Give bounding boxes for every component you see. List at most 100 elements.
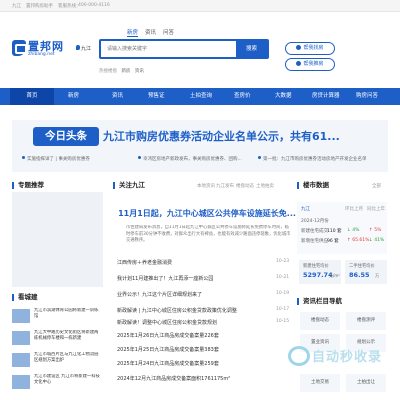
market-col-yoy: 同比上年 (367, 207, 385, 212)
hot-word[interactable]: 资讯 (135, 69, 144, 74)
sub-text: 第一批：九江市购房优惠券活动房地产开发企业名单 (263, 157, 367, 162)
recommend-house-button[interactable]: 帮我推房 (285, 58, 335, 71)
news-item[interactable]: 新政解读！调整中心城区住房公积金贷款规划 (117, 319, 292, 326)
search-button[interactable]: 搜索 (236, 41, 267, 57)
nav-land-auction[interactable]: 土拍查询 (190, 88, 212, 105)
list-item[interactable]: 九江大中路历史文化街区将新建两栋机械停车楼和一栋新建 (12, 329, 103, 349)
find-house-label: 帮我找房 (303, 45, 324, 51)
market-tab-city[interactable]: 九江 (301, 206, 310, 212)
market-month: 2024-12月份 (301, 219, 329, 224)
nav-qa[interactable]: 购房问答 (356, 88, 378, 105)
news-item[interactable]: 2025年1月24日九江商品房成交备案量259套 (117, 360, 292, 367)
topbar-link[interactable]: 置邦购房助手 (26, 3, 53, 9)
stat-unit: 万 (375, 273, 379, 278)
market-row-label: 新增住宅供应 (301, 239, 328, 244)
focus-more-link[interactable]: 本地资讯 (197, 183, 215, 189)
market-row-value: 110 套 (327, 229, 342, 234)
list-item[interactable]: 九江市建设区 九江市将新建一科技文化中心 (12, 373, 103, 393)
nav-big-data[interactable]: 大数据 (275, 88, 292, 105)
nav-home[interactable]: 首页 (10, 88, 54, 105)
market-row-value: 96 套 (327, 239, 339, 244)
thumbnail-image (12, 309, 30, 323)
search-tab-news[interactable]: 资讯 (145, 28, 156, 36)
search-tab-house[interactable]: 新房 (127, 28, 139, 37)
recommend-house-label: 帮我推房 (303, 61, 324, 67)
new-house-price-box: 新建住宅均价 5297.74 元/m² (299, 260, 341, 284)
headline-title[interactable]: 九江市购房优惠券活动企业名单公示，共有61... (103, 128, 368, 144)
featured-news-title: 11月1日起，九江中心城区公共停车设施延长免... (118, 209, 296, 218)
search-input[interactable] (101, 41, 238, 57)
bullet-icon (258, 156, 261, 159)
city-build-title: 看城建 (12, 294, 38, 301)
news-date: 10-19 (276, 291, 290, 296)
featured-news-card[interactable]: 11月1日起，九江中心城区公共停车设施延长免... 市住建局发布消息，自11月1… (117, 198, 297, 252)
headline-sub-3[interactable]: 第一批：九江市购房优惠券活动房地产开发企业名单 (258, 156, 388, 162)
nav-news[interactable]: 资讯 (112, 88, 123, 105)
list-item-text: 九江市城西片区与九江化工物流园区规划方案出炉 (34, 352, 99, 363)
news-item[interactable]: 业界公示！九江这个片区详细规划来了 (117, 291, 292, 298)
logo-icon (12, 40, 27, 56)
news-date: 10-15 (276, 319, 290, 324)
watermark: 自动秒收录 (288, 344, 388, 368)
nav-new-house[interactable]: 新房 (68, 88, 79, 105)
market-row-yoy: ↓ 41% (369, 238, 385, 243)
news-item[interactable]: 2025年1月26日九江商品房成交备案量226套 (117, 332, 292, 339)
special-topics-title: 专题推荐 (12, 182, 44, 189)
headline-sub-1[interactable]: 实施指挥详了 | 事关购房优惠券 (22, 156, 122, 162)
news-item[interactable]: 我计划11月建推出了！九江再添一座新公园 (117, 275, 292, 282)
city-switcher[interactable]: 九江 (76, 45, 91, 52)
main-nav: 首页 新房 资讯 预售证 土拍查询 查房价 大数据 房贷计算器 购房问答 (0, 88, 400, 105)
stat-label: 新建住宅均价 (303, 264, 329, 269)
user-icon (296, 45, 302, 50)
news-date: 10-17 (276, 307, 290, 312)
nav-loan-calculator[interactable]: 房贷计算器 (312, 88, 340, 105)
site-logo[interactable]: 置邦网 zhibang.net (12, 37, 74, 63)
news-item[interactable]: 2025年1月25日九江商品房成交备案量383套 (117, 346, 292, 353)
headline-sub-2[interactable]: 幸鸿区房地产新政发布，事关购房优惠券、团购... (138, 156, 250, 162)
special-topics-box[interactable] (12, 192, 103, 287)
guide-title: 资讯栏目导航 (297, 298, 342, 305)
news-item[interactable]: 2024年12月九江商品房成交备案面积1761175m² (117, 375, 292, 382)
watermark-text: 自动秒收录 (312, 350, 383, 365)
search-box: 搜索 (99, 39, 269, 59)
focus-tab[interactable]: 九江发布 (216, 183, 234, 189)
guide-link[interactable]: 楼盘测评 (346, 312, 386, 330)
location-pin-icon (76, 45, 80, 50)
thumbnail-image (12, 331, 30, 345)
hot-search: 热搜楼盘 新房 资讯 (99, 68, 144, 74)
list-item[interactable]: 九江市城西片区与九江化工物流园区规划方案出炉 (12, 351, 103, 371)
news-date: 10-21 (276, 275, 290, 280)
focus-tab[interactable]: 楼盘动态 (236, 183, 254, 189)
thumbnail-image (12, 375, 30, 389)
guide-link[interactable]: 土拍出让 (346, 374, 386, 392)
market-more-link[interactable]: 全部 (372, 183, 381, 189)
house-icon (296, 61, 302, 66)
featured-news-summary: 市住建局发布消息，自11月1日起九江中心城区公共停车设施将延长免费停车时间，临时… (126, 225, 291, 243)
sub-text: 幸鸿区房地产新政发布，事关购房优惠券、团购... (143, 157, 242, 162)
market-data-title: 楼市数据 (297, 182, 329, 189)
news-item[interactable]: 江西传房＋养老金融消费 (117, 259, 292, 266)
market-data-panel: 九江 环比上月 同比上年 2024-12月份 新建住宅成交 110 套 ↓ 4%… (297, 202, 387, 254)
stat-label: 二手住宅均价 (349, 264, 375, 269)
market-row-mom: ↓ 4% (347, 228, 360, 233)
focus-title: 关注九江 (113, 182, 145, 189)
bullet-icon (22, 156, 25, 159)
nav-presale[interactable]: 预售证 (148, 88, 165, 105)
market-row-mom: ↑ 65.61% (347, 238, 370, 243)
topbar-city[interactable]: 九江 (12, 3, 21, 9)
stat-value: 86.55 (349, 271, 370, 279)
guide-link[interactable]: 土地交易 (300, 374, 340, 392)
stat-unit: 元/m² (329, 273, 340, 278)
guide-link[interactable]: 楼盘动态 (300, 312, 340, 330)
search-tab-qa[interactable]: 问答 (163, 28, 174, 36)
focus-tab[interactable]: 土地拍卖 (256, 183, 274, 189)
list-item[interactable]: 九江市滨湖体育公园将新建一训练馆 (12, 307, 103, 327)
news-item[interactable]: 新政解读 | 九江中心城区住房公积金贷款政策优化调整 (117, 307, 292, 314)
watermark-logo-icon (288, 346, 310, 366)
headline-badge: 今日头条 (33, 127, 99, 146)
nav-house-price[interactable]: 查房价 (234, 88, 251, 105)
find-house-button[interactable]: 帮我找房 (285, 42, 335, 55)
hot-word[interactable]: 新房 (121, 69, 130, 74)
list-item-text: 九江市建设区 九江市将新建一科技文化中心 (34, 374, 100, 385)
top-bar: 九江 置邦购房助手 客服热线： 400-000-4116 (0, 0, 400, 12)
